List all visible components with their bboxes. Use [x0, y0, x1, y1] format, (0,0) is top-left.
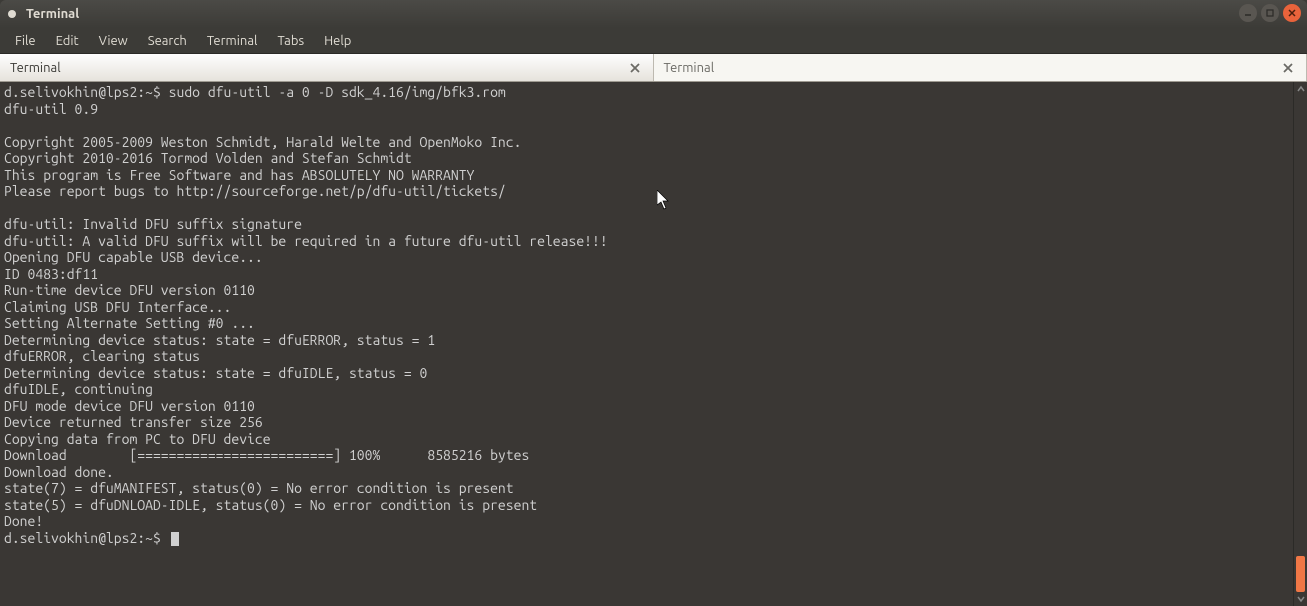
- scroll-down-button[interactable]: [1294, 592, 1307, 606]
- window-title: Terminal: [26, 7, 79, 21]
- prompt: d.selivokhin@lps2:~$: [4, 84, 169, 100]
- scroll-up-button[interactable]: [1294, 82, 1307, 96]
- command: sudo dfu-util -a 0 -D sdk_4.16/img/bfk3.…: [169, 84, 506, 100]
- tab-terminal-1[interactable]: Terminal: [0, 54, 654, 81]
- window-controls: [1239, 4, 1301, 22]
- app-indicator-icon: [8, 10, 16, 18]
- menu-file[interactable]: File: [6, 31, 45, 51]
- chevron-down-icon: [1297, 595, 1305, 603]
- scrollbar[interactable]: [1293, 82, 1307, 606]
- titlebar[interactable]: Terminal: [0, 0, 1307, 28]
- maximize-button[interactable]: [1261, 4, 1279, 22]
- close-icon: [1283, 63, 1293, 73]
- menu-search[interactable]: Search: [139, 31, 196, 51]
- tab-label: Terminal: [10, 61, 627, 75]
- menu-edit[interactable]: Edit: [47, 31, 88, 51]
- minimize-icon: [1243, 8, 1253, 18]
- tab-close-button[interactable]: [1280, 60, 1296, 76]
- menu-tabs[interactable]: Tabs: [268, 31, 313, 51]
- minimize-button[interactable]: [1239, 4, 1257, 22]
- text-cursor: [171, 532, 179, 546]
- tabstrip: Terminal Terminal: [0, 54, 1307, 82]
- chevron-up-icon: [1297, 85, 1305, 93]
- menu-view[interactable]: View: [90, 31, 137, 51]
- terminal-window: Terminal File Edit View Search Terminal …: [0, 0, 1307, 606]
- scrollbar-track[interactable]: [1294, 96, 1307, 592]
- prompt: d.selivokhin@lps2:~$: [4, 530, 169, 546]
- tab-close-button[interactable]: [627, 60, 643, 76]
- maximize-icon: [1265, 8, 1275, 18]
- terminal-area: d.selivokhin@lps2:~$ sudo dfu-util -a 0 …: [0, 82, 1307, 606]
- close-icon: [630, 63, 640, 73]
- scrollbar-thumb[interactable]: [1296, 556, 1305, 592]
- menu-terminal[interactable]: Terminal: [198, 31, 267, 51]
- tab-label: Terminal: [664, 61, 1281, 75]
- close-icon: [1287, 8, 1297, 18]
- menu-help[interactable]: Help: [315, 31, 360, 51]
- menubar: File Edit View Search Terminal Tabs Help: [0, 28, 1307, 54]
- tab-terminal-2[interactable]: Terminal: [654, 54, 1307, 81]
- terminal-output[interactable]: d.selivokhin@lps2:~$ sudo dfu-util -a 0 …: [0, 82, 1293, 606]
- close-button[interactable]: [1283, 4, 1301, 22]
